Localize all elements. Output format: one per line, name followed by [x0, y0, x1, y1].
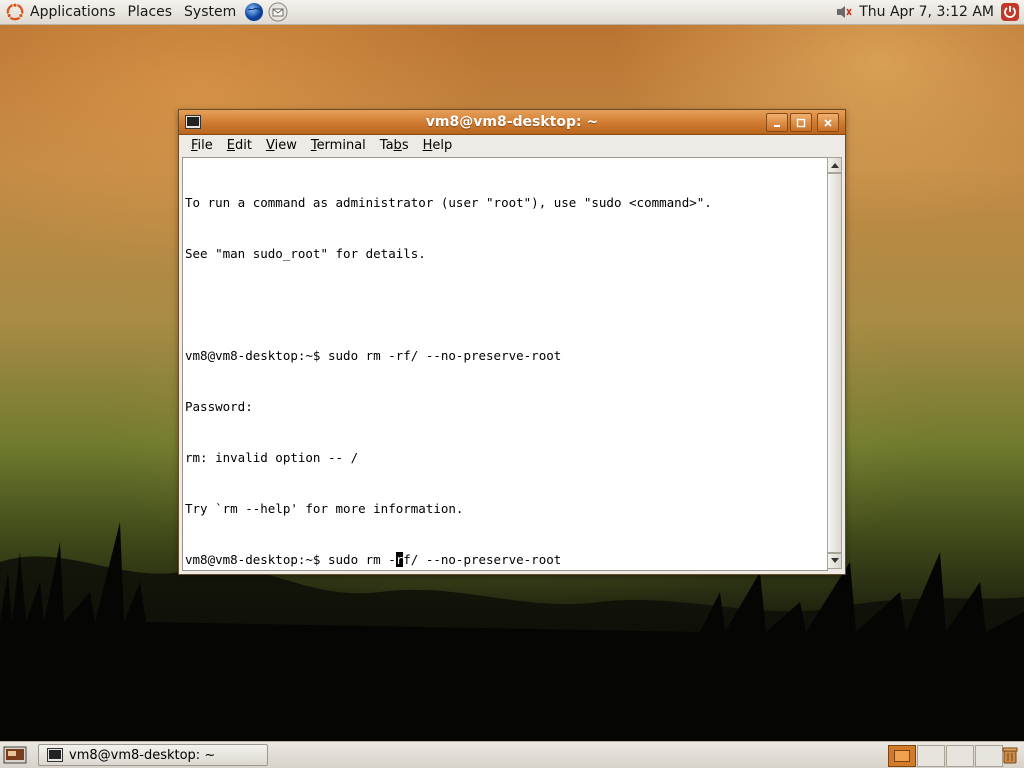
- terminal-output[interactable]: To run a command as administrator (user …: [182, 157, 828, 571]
- scrollbar-thumb[interactable]: [828, 173, 841, 553]
- close-button[interactable]: [817, 113, 839, 132]
- scroll-down-button[interactable]: [828, 553, 841, 568]
- clock[interactable]: Thu Apr 7, 3:12 AM: [853, 4, 1000, 20]
- ubuntu-logo-icon[interactable]: [6, 3, 24, 21]
- terminal-window: vm8@vm8-desktop: ~ File Edit View Termin…: [178, 109, 846, 575]
- minimize-button[interactable]: [766, 113, 788, 132]
- maximize-icon: [796, 118, 806, 127]
- vertical-scrollbar[interactable]: [827, 157, 842, 569]
- places-menu[interactable]: Places: [122, 0, 179, 24]
- workspace-3[interactable]: [946, 745, 974, 767]
- workspace-4[interactable]: [975, 745, 1003, 767]
- tabs-menu[interactable]: Tabs: [374, 135, 415, 157]
- minimize-icon: [774, 124, 780, 127]
- file-menu[interactable]: File: [185, 135, 219, 157]
- applications-menu[interactable]: Applications: [24, 0, 122, 24]
- arrow-up-icon: [830, 163, 839, 168]
- terminal-line: vm8@vm8-desktop:~$ sudo rm -rf/ --no-pre…: [185, 348, 562, 363]
- scroll-up-button[interactable]: [828, 158, 841, 173]
- edit-menu[interactable]: Edit: [221, 135, 258, 157]
- trash-icon[interactable]: [1000, 745, 1020, 765]
- mail-icon[interactable]: [268, 2, 288, 22]
- terminal-menu[interactable]: Terminal: [305, 135, 372, 157]
- help-menu[interactable]: Help: [417, 135, 459, 157]
- bottom-panel: vm8@vm8-desktop: ~: [0, 741, 1024, 768]
- prompt-text-before-cursor: vm8@vm8-desktop:~$ sudo rm -: [185, 552, 396, 567]
- globe-icon[interactable]: [244, 2, 264, 22]
- window-title: vm8@vm8-desktop: ~: [425, 114, 599, 130]
- taskbar-window-title: vm8@vm8-desktop: ~: [69, 747, 216, 763]
- view-menu[interactable]: View: [260, 135, 303, 157]
- top-panel: Applications Places System Thu Apr 7, 3:…: [0, 0, 1024, 25]
- terminal-line: See "man sudo_root" for details.: [185, 246, 426, 261]
- power-icon[interactable]: [1000, 2, 1020, 22]
- terminal-line: Password:: [185, 399, 253, 414]
- title-bar[interactable]: vm8@vm8-desktop: ~: [179, 110, 845, 135]
- taskbar-window-button[interactable]: vm8@vm8-desktop: ~: [38, 744, 268, 766]
- terminal-app-icon: [47, 748, 63, 762]
- terminal-line: To run a command as administrator (user …: [185, 195, 712, 210]
- workspace-1[interactable]: [888, 745, 916, 767]
- close-icon: [824, 118, 832, 127]
- system-menu[interactable]: System: [178, 0, 242, 24]
- arrow-down-icon: [830, 558, 839, 563]
- prompt-text-after-cursor: f/ --no-preserve-root: [403, 552, 562, 567]
- show-desktop-icon[interactable]: [3, 745, 27, 765]
- workspace-2[interactable]: [917, 745, 945, 767]
- window-menu-bar: File Edit View Terminal Tabs Help: [179, 135, 845, 157]
- terminal-line: Try `rm --help' for more information.: [185, 501, 464, 516]
- workspace-switcher: [888, 745, 1004, 767]
- terminal-line: rm: invalid option -- /: [185, 450, 359, 465]
- maximize-button[interactable]: [790, 113, 812, 132]
- terminal-prompt-line[interactable]: vm8@vm8-desktop:~$ sudo rm -rf/ --no-pre…: [185, 551, 827, 568]
- volume-icon[interactable]: [835, 4, 853, 20]
